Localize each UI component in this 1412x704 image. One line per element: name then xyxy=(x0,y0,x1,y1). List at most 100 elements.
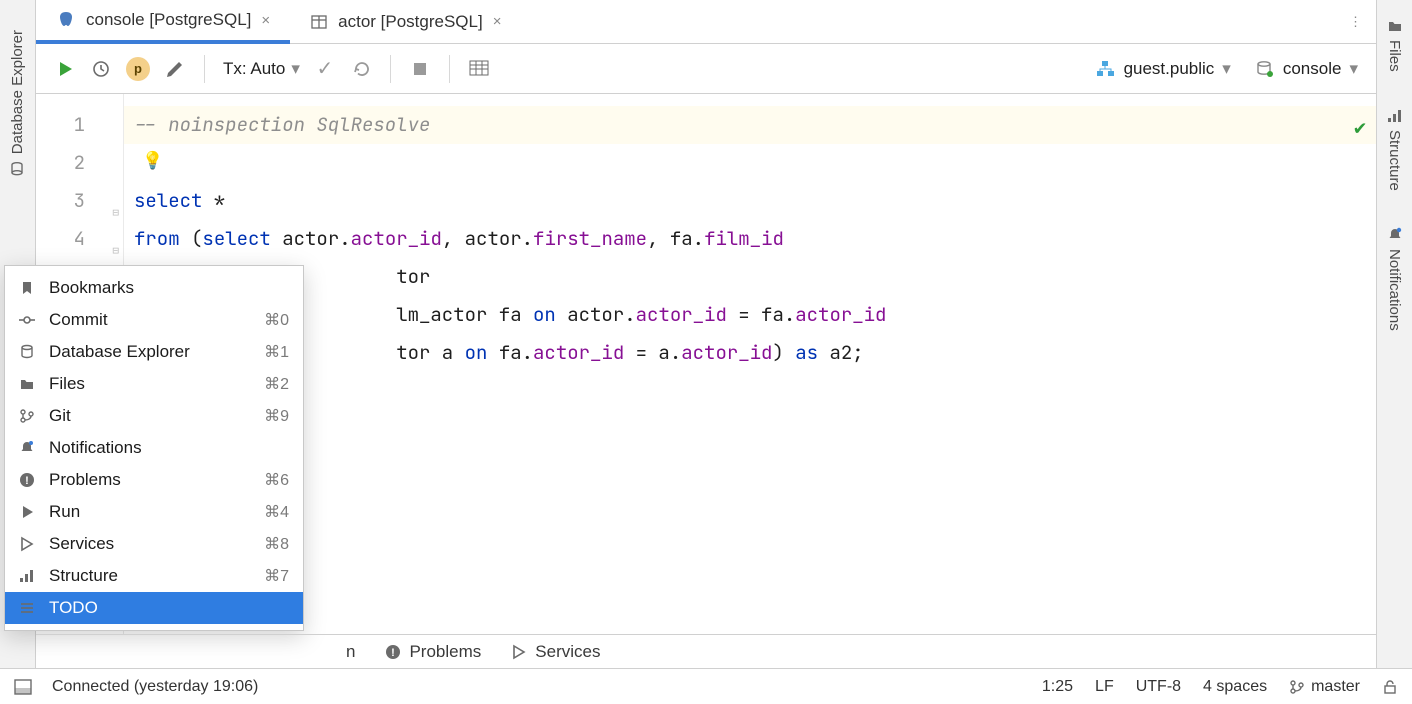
tx-label: Tx: Auto xyxy=(223,59,285,79)
commit-icon xyxy=(19,312,37,328)
bottom-tool-services[interactable]: Services xyxy=(511,642,600,662)
sidebar-item-files[interactable]: Files xyxy=(1386,18,1403,72)
console-selector[interactable]: console ▾ xyxy=(1255,59,1358,79)
line-number: 4 xyxy=(36,220,85,258)
popup-item-bookmarks[interactable]: Bookmarks xyxy=(5,272,303,304)
code-line[interactable]: lm_actor fa on actor.actor_id = fa.actor… xyxy=(134,296,1366,334)
run-button[interactable] xyxy=(54,58,76,80)
sidebar-item-notifications[interactable]: Notifications xyxy=(1386,227,1403,331)
git-branch[interactable]: master xyxy=(1289,678,1360,696)
popup-label: Git xyxy=(49,406,71,426)
schema-label: guest.public xyxy=(1124,59,1215,79)
popup-shortcut: ⌘0 xyxy=(264,310,289,330)
connection-status[interactable]: Connected (yesterday 19:06) xyxy=(52,678,258,696)
popup-shortcut: ⌘2 xyxy=(264,374,289,394)
bottom-tool-problems[interactable]: ! Problems xyxy=(385,642,481,662)
popup-label: Run xyxy=(49,502,80,522)
sidebar-item-database-explorer[interactable]: Database Explorer xyxy=(9,30,26,176)
popup-shortcut: ⌘7 xyxy=(264,566,289,586)
popup-item-todo[interactable]: TODO xyxy=(5,592,303,624)
bottom-label: Services xyxy=(535,642,600,662)
bell-icon xyxy=(19,440,37,456)
indent-setting[interactable]: 4 spaces xyxy=(1203,678,1267,696)
popup-item-files[interactable]: Files ⌘2 xyxy=(5,368,303,400)
line-number: 3 xyxy=(36,182,85,220)
separator xyxy=(449,55,450,83)
postgres-icon xyxy=(56,10,76,30)
db-icon xyxy=(19,344,37,360)
folder-icon xyxy=(19,376,37,392)
right-tool-bar: Files Structure Notifications xyxy=(1376,0,1412,670)
todo-icon xyxy=(19,600,37,616)
file-encoding[interactable]: UTF-8 xyxy=(1136,678,1181,696)
intention-bulb-icon[interactable]: 💡 xyxy=(142,142,163,180)
line-number: 1 xyxy=(36,106,85,144)
popup-item-problems[interactable]: !Problems⌘6 xyxy=(5,464,303,496)
table-icon xyxy=(310,13,328,31)
popup-label: Database Explorer xyxy=(49,342,190,362)
bookmark-icon xyxy=(19,280,37,296)
popup-label: Files xyxy=(49,374,85,394)
error-icon: ! xyxy=(385,644,401,660)
popup-item-structure[interactable]: Structure⌘7 xyxy=(5,560,303,592)
sidebar-item-structure[interactable]: Structure xyxy=(1386,108,1403,191)
tab-label: actor [PostgreSQL] xyxy=(338,12,483,32)
query-toolbar: p Tx: Auto ▾ ✓ guest.public ▾ console ▾ xyxy=(36,44,1376,94)
status-bar: Connected (yesterday 19:06) 1:25 LF UTF-… xyxy=(0,668,1412,704)
tx-mode-select[interactable]: Tx: Auto ▾ xyxy=(223,59,300,79)
code-line[interactable]: tor a on fa.actor_id = a.actor_id) as a2… xyxy=(134,334,1366,372)
line-number: 2 xyxy=(36,144,85,182)
popup-shortcut: ⌘8 xyxy=(264,534,289,554)
schema-icon xyxy=(1096,60,1116,78)
code-line[interactable] xyxy=(134,144,1366,182)
commit-icon[interactable]: ✓ xyxy=(314,58,336,80)
bottom-label: n xyxy=(346,642,355,662)
popup-shortcut: ⌘9 xyxy=(264,406,289,426)
stop-icon[interactable] xyxy=(409,58,431,80)
separator xyxy=(390,55,391,83)
more-icon[interactable]: ⋮ xyxy=(1335,14,1376,30)
toolwindow-toggle-icon[interactable] xyxy=(14,679,32,695)
sidebar-label: Files xyxy=(1386,40,1403,72)
popup-item-run[interactable]: Run ⌘4 xyxy=(5,496,303,528)
tab-label: console [PostgreSQL] xyxy=(86,10,251,30)
fold-icon[interactable]: ⊟ xyxy=(112,194,119,232)
chevron-down-icon: ▾ xyxy=(1349,59,1358,79)
popup-label: TODO xyxy=(49,598,98,618)
cursor-position[interactable]: 1:25 xyxy=(1042,678,1073,696)
schema-selector[interactable]: guest.public ▾ xyxy=(1096,59,1231,79)
tab-console[interactable]: console [PostgreSQL] × xyxy=(36,1,290,44)
grid-icon[interactable] xyxy=(468,58,490,80)
editor-code[interactable]: 💡 ✔ -- noinspection SqlResolve select *f… xyxy=(124,94,1376,634)
db-icon xyxy=(10,160,26,176)
history-icon[interactable] xyxy=(90,58,112,80)
structure-icon xyxy=(1387,108,1403,124)
popup-item-commit[interactable]: Commit⌘0 xyxy=(5,304,303,336)
popup-label: Notifications xyxy=(49,438,142,458)
line-separator[interactable]: LF xyxy=(1095,678,1114,696)
p-badge[interactable]: p xyxy=(126,57,150,81)
code-line[interactable]: from (select actor.actor_id, actor.first… xyxy=(134,220,1366,258)
bottom-tool-buttons: n ! Problems Services xyxy=(36,634,1376,668)
popup-item-database-explorer[interactable]: Database Explorer⌘1 xyxy=(5,336,303,368)
close-icon[interactable]: × xyxy=(493,13,502,30)
rollback-icon[interactable] xyxy=(350,58,372,80)
code-line[interactable]: -- noinspection SqlResolve xyxy=(134,106,1366,144)
code-line[interactable]: tor xyxy=(134,258,1366,296)
popup-item-services[interactable]: Services ⌘8 xyxy=(5,528,303,560)
bottom-tool-trimmed[interactable]: n xyxy=(346,642,355,662)
popup-shortcut: ⌘4 xyxy=(264,502,289,522)
close-icon[interactable]: × xyxy=(261,12,270,29)
popup-label: Services xyxy=(49,534,114,554)
sidebar-label: Database Explorer xyxy=(9,30,26,154)
tool-window-popup: BookmarksCommit⌘0Database Explorer⌘1File… xyxy=(4,265,304,631)
popup-item-git[interactable]: Git ⌘9 xyxy=(5,400,303,432)
settings-icon[interactable] xyxy=(164,58,186,80)
editor-tabs: console [PostgreSQL] × actor [PostgreSQL… xyxy=(36,0,1376,44)
code-line[interactable]: select * xyxy=(134,182,1366,220)
lock-icon[interactable] xyxy=(1382,679,1398,695)
popup-item-notifications[interactable]: Notifications xyxy=(5,432,303,464)
inspection-ok-icon[interactable]: ✔ xyxy=(1354,108,1366,146)
sidebar-label: Notifications xyxy=(1386,249,1403,331)
tab-actor[interactable]: actor [PostgreSQL] × xyxy=(290,0,521,43)
